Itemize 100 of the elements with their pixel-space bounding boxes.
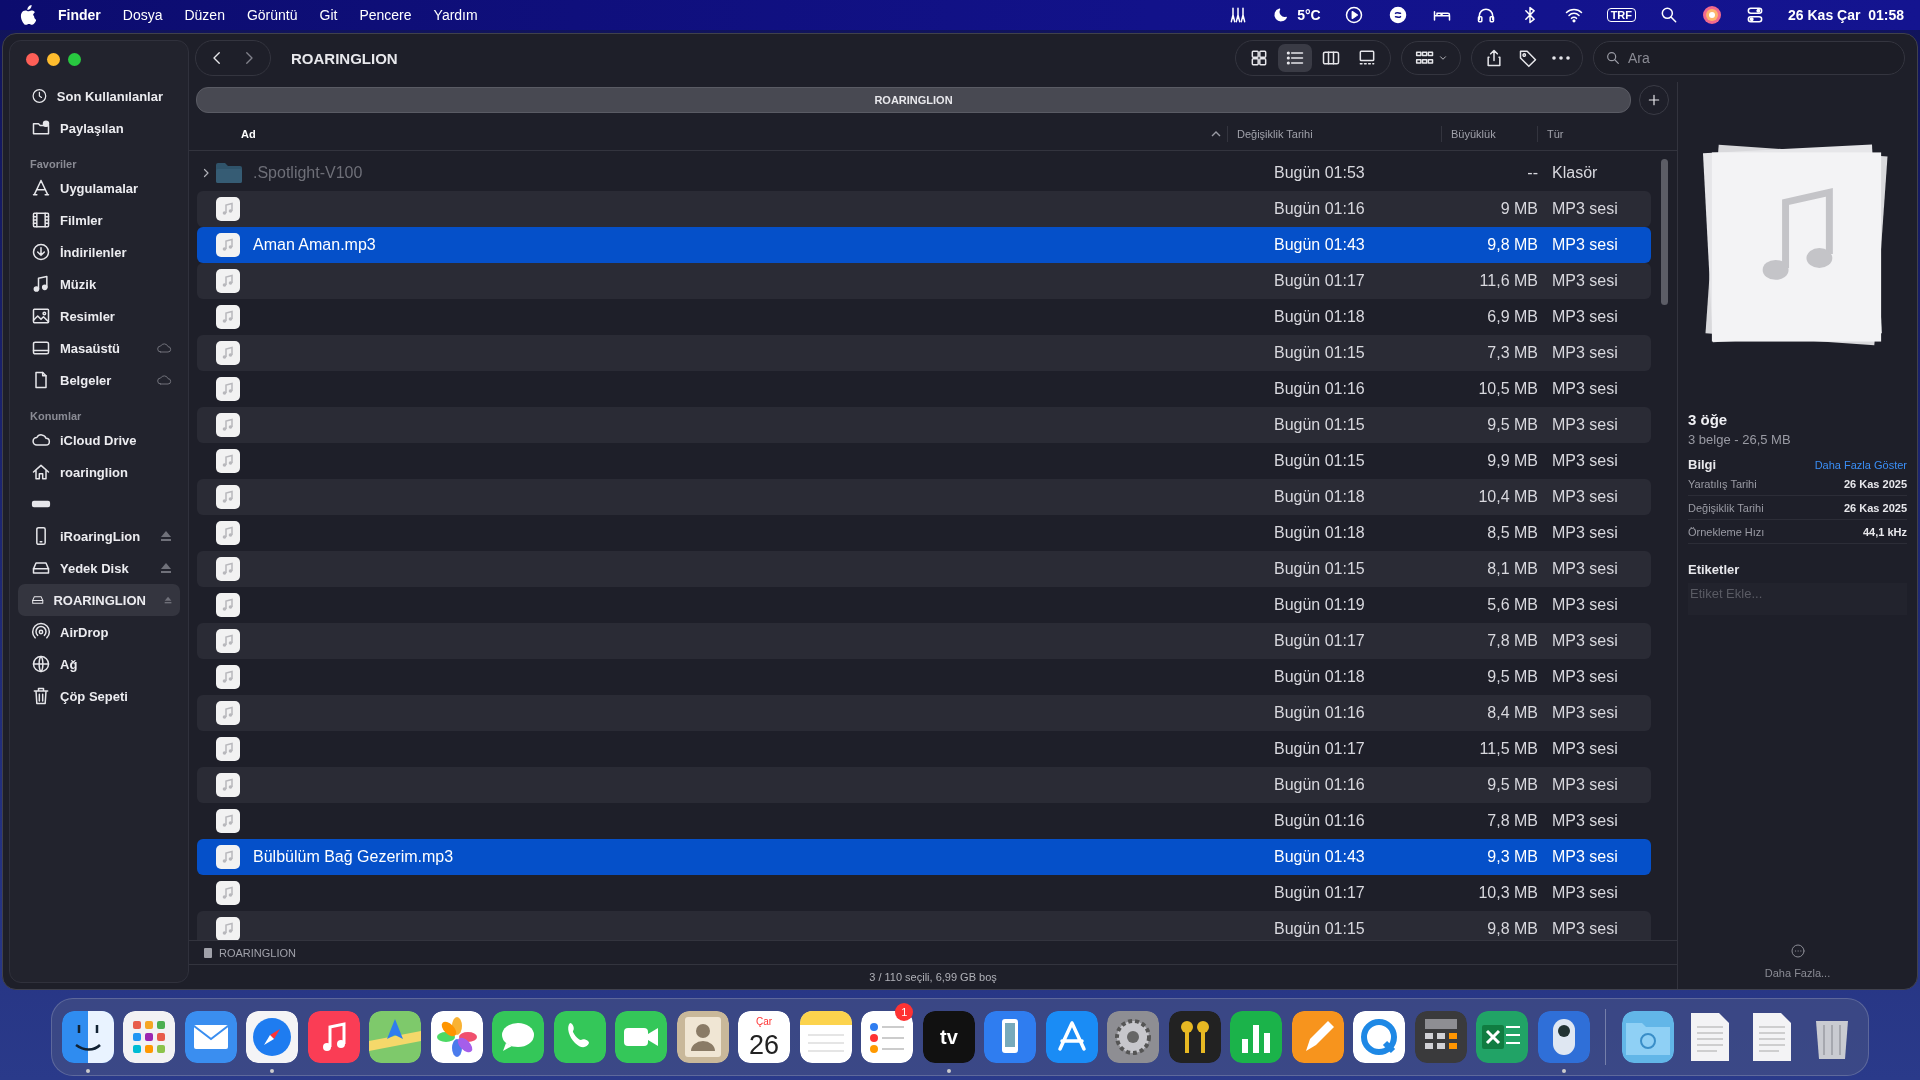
close-button[interactable] (26, 53, 39, 66)
menu-item[interactable]: Düzen (184, 7, 225, 23)
phone-icon (553, 1011, 606, 1063)
file-row[interactable]: Bugün 01:15 7,3 MB MP3 sesi (197, 335, 1651, 371)
sidebar-item[interactable]: Masaüstü (18, 332, 180, 364)
clock-icon (31, 86, 48, 106)
menu-item[interactable]: Yardım (433, 7, 478, 23)
file-row[interactable]: Bugün 01:18 6,9 MB MP3 sesi (197, 299, 1651, 335)
date-cell-text: Bugün 01:19 (1274, 596, 1366, 614)
file-row[interactable]: Bugün 01:16 7,8 MB MP3 sesi (197, 803, 1651, 839)
file-row[interactable]: Bugün 01:15 9,5 MB MP3 sesi (197, 407, 1651, 443)
sidebar-item[interactable]: iCloud Drive (18, 424, 180, 456)
menu-item[interactable]: Pencere (359, 7, 412, 23)
menu-item[interactable]: Dosya (122, 7, 163, 23)
show-more-link[interactable]: Daha Fazla Göster (1814, 459, 1907, 471)
column-header[interactable]: Büyüklük (1441, 126, 1537, 142)
type-cell-text: MP3 sesi (1551, 308, 1619, 326)
music-file-icon (215, 628, 241, 654)
sidebar-item[interactable]: Yedek Disk (18, 552, 180, 584)
file-row[interactable]: Bugün 01:18 10,4 MB MP3 sesi (197, 479, 1651, 515)
path-tab[interactable]: ROARINGLION (196, 87, 1631, 113)
size-cell-text: 11,5 MB (1478, 740, 1538, 758)
view-button[interactable] (1278, 44, 1312, 72)
app-grid-icon (123, 1011, 176, 1063)
file-row[interactable]: Bugün 01:16 9 MB MP3 sesi (197, 191, 1651, 227)
menu-item[interactable]: Görüntü (246, 7, 298, 23)
dock-item[interactable]: tv (922, 1003, 975, 1073)
date-cell-text: Bugün 01:16 (1274, 776, 1366, 794)
file-row[interactable]: Bugün 01:15 9,9 MB MP3 sesi (197, 443, 1651, 479)
file-row[interactable]: Bugün 01:15 8,1 MB MP3 sesi (197, 551, 1651, 587)
scrollbar-thumb[interactable] (1660, 159, 1668, 305)
calculator-icon (1414, 1011, 1467, 1063)
sidebar-item[interactable]: Uygulamalar (18, 172, 180, 204)
zoom-button[interactable] (68, 53, 81, 66)
more-options-button[interactable]: Daha Fazla... (1688, 942, 1907, 989)
map-icon (369, 1011, 422, 1063)
sidebar-item[interactable]: Belgeler (18, 364, 180, 396)
column-header[interactable]: Değişiklik Tarihi (1227, 126, 1441, 142)
file-row[interactable]: Bugün 01:19 5,6 MB MP3 sesi (197, 587, 1651, 623)
file-row[interactable]: Bugün 01:16 10,5 MB MP3 sesi (197, 371, 1651, 407)
sidebar-item[interactable]: Son Kullanılanlar (18, 80, 180, 112)
gear-icon (1107, 1011, 1160, 1063)
file-row[interactable]: Bugün 01:15 9,8 MB MP3 sesi (197, 911, 1651, 940)
path-bar-item[interactable]: ROARINGLION (219, 946, 296, 959)
sidebar-item[interactable]: Resimler (18, 300, 180, 332)
sidebar-item[interactable]: Filmler (18, 204, 180, 236)
file-row[interactable]: Aman Aman.mp3 Bugün 01:43 9,8 MB MP3 sesi (197, 227, 1651, 263)
app-menu[interactable]: Finder (58, 7, 101, 23)
ellipsis-circle-icon (1789, 943, 1806, 959)
tags-field[interactable]: Etiket Ekle... (1688, 583, 1907, 615)
input-source[interactable]: TRF (1606, 8, 1637, 22)
info-value: 44,1 kHz (1862, 525, 1907, 538)
eject-icon[interactable] (160, 530, 172, 542)
sidebar-item[interactable]: roaringlion (18, 456, 180, 488)
file-row[interactable]: Bugün 01:16 9,5 MB MP3 sesi (197, 767, 1651, 803)
sidebar-item[interactable]: Paylaşılan (18, 112, 180, 144)
menu-item[interactable]: Git (319, 7, 338, 23)
file-row[interactable]: Bugün 01:17 11,6 MB MP3 sesi (197, 263, 1651, 299)
face-icon (61, 1011, 114, 1063)
file-row[interactable]: Bugün 01:18 9,5 MB MP3 sesi (197, 659, 1651, 695)
sort-caret-icon[interactable] (1211, 130, 1221, 138)
sidebar-item[interactable]: Müzik (18, 268, 180, 300)
column-view-icon (1321, 48, 1341, 68)
date-cell-text: Bugün 01:18 (1274, 308, 1366, 326)
globe-icon (31, 654, 51, 674)
dock-item[interactable]: 1 (861, 1003, 914, 1073)
sidebar-item[interactable]: AirDrop (18, 616, 180, 648)
music-file-icon (215, 808, 241, 834)
file-row[interactable]: .Spotlight-V100 Bugün 01:53 -- Klasör (197, 155, 1651, 191)
date-cell-text: Bugün 01:15 (1274, 560, 1366, 578)
file-row[interactable]: Bugün 01:17 11,5 MB MP3 sesi (197, 731, 1651, 767)
running-indicator (85, 1069, 90, 1073)
music-file-icon (215, 844, 241, 870)
sidebar-item[interactable]: Çöp Sepeti (18, 680, 180, 712)
apple-logo-icon[interactable] (18, 5, 36, 25)
section-header: Konumlar (29, 409, 83, 424)
date-cell-text: Bugün 01:16 (1274, 812, 1366, 830)
column-header[interactable]: Ad (241, 126, 1207, 142)
type-cell-text: MP3 sesi (1551, 272, 1619, 290)
sidebar-item[interactable]: Ağ (18, 648, 180, 680)
sidebar-item[interactable]: İndirilenler (18, 236, 180, 268)
file-row[interactable]: Bugün 01:18 8,5 MB MP3 sesi (197, 515, 1651, 551)
trash-icon (31, 686, 51, 706)
eject-icon[interactable] (163, 594, 172, 606)
file-row[interactable]: Bugün 01:17 10,3 MB MP3 sesi (197, 875, 1651, 911)
sidebar-item[interactable]: ROARINGLION (18, 584, 180, 616)
file-name: .Spotlight-V100 (253, 164, 363, 181)
dock-item[interactable]: Çar 26 (738, 1003, 791, 1073)
sidebar-item[interactable]: iRoaringLion (18, 520, 180, 552)
file-row[interactable]: Bugün 01:17 7,8 MB MP3 sesi (197, 623, 1651, 659)
file-row[interactable]: Bugün 01:16 8,4 MB MP3 sesi (197, 695, 1651, 731)
eject-icon[interactable] (160, 562, 172, 574)
column-header[interactable]: Tür (1537, 126, 1652, 142)
search-field[interactable]: Ara (1593, 41, 1905, 75)
clock-text[interactable]: 26 Kas Çar 01:58 (1788, 7, 1904, 23)
color-circle-icon[interactable] (1702, 5, 1723, 25)
tv-icon: tv (922, 1011, 975, 1063)
weather-text[interactable]: 5°C (1297, 7, 1321, 23)
minimize-button[interactable] (47, 53, 60, 66)
file-row[interactable]: Bülbülüm Bağ Gezerim.mp3 Bugün 01:43 9,3 MB MP3 sesi (197, 839, 1651, 875)
